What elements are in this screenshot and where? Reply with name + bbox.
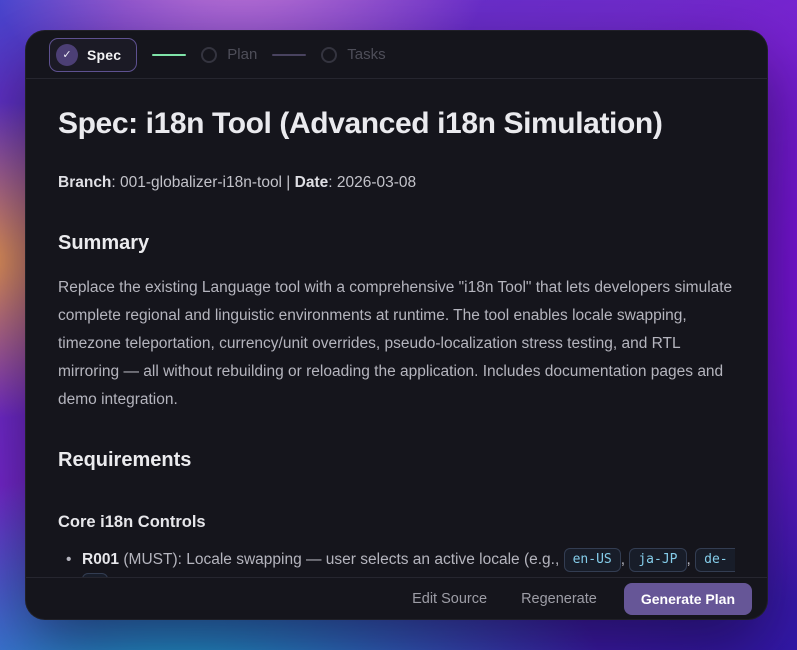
separator-text: , <box>686 551 696 568</box>
modal-footer: Edit Source Regenerate Generate Plan <box>26 577 767 619</box>
branch-value: : 001-globalizer-i18n-tool | <box>111 174 295 191</box>
spec-review-modal: ✓ Spec Plan Tasks Spec: i18n Tool (Advan… <box>25 30 768 620</box>
code-badge-en-us: en-US <box>563 548 621 572</box>
requirements-heading: Requirements <box>58 449 192 471</box>
circle-outline-icon <box>321 46 338 63</box>
step-spec[interactable]: ✓ Spec <box>49 37 138 72</box>
step-spec-label: Spec <box>87 46 122 63</box>
summary-paragraph: Replace the existing Language tool with … <box>58 279 733 408</box>
separator-text: , <box>620 551 630 568</box>
regenerate-button[interactable]: Regenerate <box>507 583 611 615</box>
step-tasks-label: Tasks <box>347 46 386 63</box>
step-tasks[interactable]: Tasks <box>321 46 386 63</box>
spec-document-body[interactable]: Spec: i18n Tool (Advanced i18n Simulatio… <box>26 79 767 577</box>
date-value: : 2026-03-08 <box>328 174 417 191</box>
step-connector-todo <box>272 53 307 56</box>
branch-label: Branch <box>58 174 112 191</box>
requirement-r001: • R001 (MUST): Locale swapping — user sel… <box>58 547 735 572</box>
check-icon: ✓ <box>56 43 78 66</box>
stepper-header: ✓ Spec Plan Tasks <box>26 31 767 79</box>
generate-plan-button[interactable]: Generate Plan <box>623 582 752 615</box>
core-controls-subheading: Core i18n Controls <box>58 513 206 531</box>
step-plan-label: Plan <box>227 46 258 63</box>
requirements-list: • R001 (MUST): Locale swapping — user sel… <box>58 547 735 572</box>
bullet-icon: • <box>66 551 72 568</box>
branch-date-meta: Branch: 001-globalizer-i18n-tool | Date:… <box>58 172 735 193</box>
step-plan[interactable]: Plan <box>201 46 257 63</box>
page-title: Spec: i18n Tool (Advanced i18n Simulatio… <box>58 107 663 140</box>
date-label: Date <box>294 174 329 191</box>
code-badge-ja-jp: ja-JP <box>629 548 687 572</box>
requirement-id: R001 <box>82 551 120 568</box>
code-badge-de-clipped: de- <box>695 548 735 572</box>
requirement-text: (MUST): Locale swapping — user selects a… <box>119 551 564 568</box>
summary-heading: Summary <box>58 232 150 254</box>
circle-outline-icon <box>201 46 218 63</box>
edit-source-button[interactable]: Edit Source <box>398 583 501 615</box>
step-connector-done <box>152 53 187 56</box>
